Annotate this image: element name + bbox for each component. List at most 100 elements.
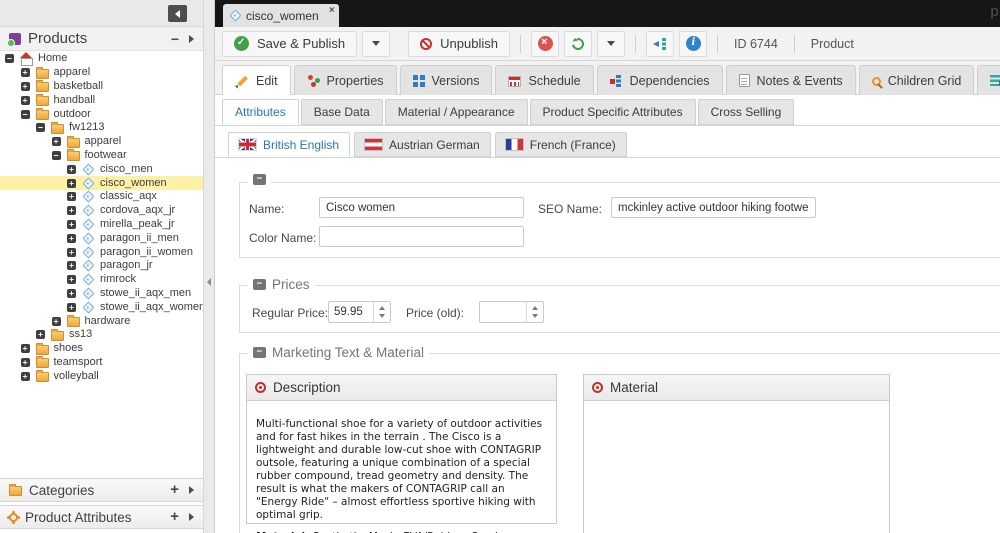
tree-item-mirella-peak-jr[interactable]: + mirella_peak_jr — [0, 218, 203, 232]
tab-versions[interactable]: Versions — [399, 65, 493, 95]
plus-expander-icon[interactable]: + — [36, 330, 45, 340]
locate-in-tree-button[interactable] — [646, 30, 674, 57]
regular-price-stepper[interactable] — [328, 301, 391, 323]
products-panel-header[interactable]: Products − — [0, 27, 203, 51]
tree-item-paragon-ii-men[interactable]: + paragon_ii_men — [0, 231, 203, 245]
panel-collapse-icon[interactable]: − — [171, 32, 179, 46]
plus-expander-icon[interactable]: + — [20, 95, 30, 105]
tree-item-footwear[interactable]: − footwear — [0, 149, 203, 163]
tree-item-paragon-ii-women[interactable]: + paragon_ii_women — [0, 245, 203, 259]
tree-item-handball[interactable]: + handball — [0, 93, 203, 107]
price-old-stepper[interactable] — [479, 301, 544, 323]
plus-expander-icon[interactable]: + — [67, 206, 76, 216]
info-button[interactable] — [679, 30, 707, 57]
panel-menu-icon[interactable] — [189, 34, 194, 43]
minus-expander-icon[interactable]: − — [20, 109, 30, 119]
price-old-field[interactable] — [480, 302, 526, 322]
product-attributes-panel-header[interactable]: Product Attributes + — [0, 505, 203, 529]
langtab-british-english[interactable]: British English — [228, 132, 351, 157]
tree-item-stowe-ii-aqx-women[interactable]: + stowe_ii_aqx_women — [0, 300, 203, 314]
plus-expander-icon[interactable]: + — [20, 344, 30, 354]
plus-expander-icon[interactable]: + — [20, 68, 30, 78]
tab-edit[interactable]: Edit — [222, 65, 291, 95]
tree-item-hardware[interactable]: + hardware — [0, 314, 203, 328]
tree-item-volleyball[interactable]: + volleyball — [0, 369, 203, 383]
attributes-add-icon[interactable]: + — [170, 509, 179, 524]
tab-children-grid[interactable]: Children Grid — [858, 65, 975, 95]
plus-expander-icon[interactable]: + — [20, 357, 30, 367]
collapse-toggle-icon[interactable]: − — [253, 174, 266, 185]
unpublish-button[interactable]: Unpublish — [408, 30, 510, 57]
subtab-cross-selling[interactable]: Cross Selling — [697, 99, 795, 125]
stepper-arrows[interactable] — [526, 302, 543, 322]
tree-item-paragon-jr[interactable]: + paragon_jr — [0, 259, 203, 273]
plus-expander-icon[interactable]: + — [67, 247, 76, 257]
plus-expander-icon[interactable]: + — [67, 275, 76, 285]
tree-item-outdoor[interactable]: − outdoor — [0, 107, 203, 121]
categories-menu-icon[interactable] — [189, 486, 194, 494]
sidebar-collapse-button[interactable] — [168, 5, 187, 22]
langtab-austrian-german[interactable]: Austrian German — [354, 132, 491, 157]
tree-item-classic-aqx[interactable]: + classic_aqx — [0, 190, 203, 204]
collapse-toggle-icon[interactable]: − — [253, 347, 266, 358]
plus-expander-icon[interactable]: + — [67, 178, 76, 188]
tree-item-stowe-ii-aqx-men[interactable]: + stowe_ii_aqx_men — [0, 287, 203, 301]
plus-expander-icon[interactable]: + — [67, 219, 76, 229]
plus-expander-icon[interactable]: + — [67, 192, 76, 202]
tab-close-icon[interactable]: × — [329, 5, 335, 16]
plus-expander-icon[interactable]: + — [67, 302, 76, 312]
tab-properties[interactable]: Properties — [293, 65, 397, 95]
plus-expander-icon[interactable]: + — [51, 316, 61, 326]
subtab-product-specific-attributes[interactable]: Product Specific Attributes — [529, 99, 696, 125]
material-content[interactable] — [584, 401, 889, 418]
plus-expander-icon[interactable]: + — [67, 233, 76, 243]
delete-button[interactable] — [531, 30, 559, 57]
tree-item-fw1213[interactable]: − fw1213 — [0, 121, 203, 135]
tab-notes-events[interactable]: Notes & Events — [725, 65, 856, 95]
minus-expander-icon[interactable]: − — [5, 54, 14, 64]
subtab-attributes[interactable]: Attributes — [222, 99, 299, 125]
plus-expander-icon[interactable]: + — [51, 137, 61, 147]
splitter-collapse-icon[interactable] — [207, 278, 211, 286]
color-name-field[interactable] — [319, 226, 524, 247]
collapse-toggle-icon[interactable]: − — [253, 279, 266, 290]
tab-variants[interactable]: Variants — [977, 65, 1000, 95]
tree-item-rimrock[interactable]: + rimrock — [0, 273, 203, 287]
tree-item-basketball[interactable]: + basketball — [0, 80, 203, 94]
tree-item-cordova-aqx-jr[interactable]: + cordova_aqx_jr — [0, 204, 203, 218]
tree-item-home[interactable]: − Home — [0, 52, 203, 67]
tree-item-apparel[interactable]: + apparel — [0, 135, 203, 149]
name-field[interactable] — [319, 197, 524, 218]
langtab-french-france[interactable]: French (France) — [494, 132, 627, 157]
seo-name-field[interactable] — [611, 197, 816, 218]
save-options-dropdown[interactable] — [362, 30, 391, 57]
tree-item-teamsport[interactable]: + teamsport — [0, 356, 203, 370]
tree-item-apparel[interactable]: + apparel — [0, 66, 203, 80]
step-up-icon[interactable] — [379, 306, 385, 310]
sidebar-splitter[interactable] — [203, 0, 215, 533]
tree-item-ss13[interactable]: + ss13 — [0, 328, 203, 342]
regular-price-field[interactable] — [329, 302, 373, 322]
save-publish-button[interactable]: Save & Publish — [222, 30, 358, 57]
description-content[interactable]: Multi-functional shoe for a variety of o… — [247, 401, 556, 533]
tree-item-cisco-women[interactable]: + cisco_women — [0, 176, 203, 190]
minus-expander-icon[interactable]: − — [51, 150, 61, 160]
plus-expander-icon[interactable]: + — [20, 81, 30, 91]
tab-schedule[interactable]: Schedule — [495, 65, 594, 95]
minus-expander-icon[interactable]: − — [36, 123, 45, 133]
reload-options-dropdown[interactable] — [597, 30, 625, 57]
categories-add-icon[interactable]: + — [170, 482, 179, 497]
tree-item-cisco-men[interactable]: + cisco_men — [0, 162, 203, 176]
plus-expander-icon[interactable]: + — [67, 288, 76, 298]
plus-expander-icon[interactable]: + — [20, 371, 30, 381]
plus-expander-icon[interactable]: + — [67, 261, 76, 271]
tab-dependencies[interactable]: Dependencies — [596, 65, 723, 95]
tab-cisco-women[interactable]: cisco_women × — [223, 4, 339, 27]
step-down-icon[interactable] — [532, 314, 538, 318]
reload-button[interactable] — [564, 30, 592, 57]
step-up-icon[interactable] — [532, 306, 538, 310]
plus-expander-icon[interactable]: + — [67, 164, 76, 174]
tree-item-shoes[interactable]: + shoes — [0, 342, 203, 356]
stepper-arrows[interactable] — [373, 302, 390, 322]
categories-panel-header[interactable]: Categories + — [0, 478, 203, 502]
